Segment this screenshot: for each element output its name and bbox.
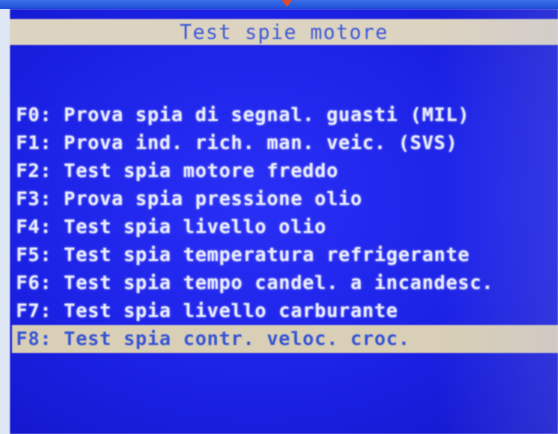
page-title: Test spie motore — [179, 20, 389, 44]
menu-key: F4: — [16, 216, 52, 238]
menu-key: F5: — [16, 244, 52, 266]
menu-item-f2[interactable]: F2: Test spia motore freddo — [16, 157, 558, 185]
test-menu: F0: Prova spia di segnal. guasti (MIL) F… — [12, 101, 558, 353]
menu-item-f0[interactable]: F0: Prova spia di segnal. guasti (MIL) — [16, 101, 558, 129]
title-bar: Test spie motore — [10, 19, 558, 45]
menu-key: F3: — [16, 188, 52, 210]
menu-label: Test spia livello olio — [63, 216, 327, 238]
menu-label: Test spia motore freddo — [63, 160, 339, 182]
menu-key: F2: — [16, 160, 52, 182]
menu-item-f5[interactable]: F5: Test spia temperatura refrigerante — [16, 241, 558, 269]
menu-key: F8: — [16, 328, 52, 350]
menu-item-f3[interactable]: F3: Prova spia pressione olio — [16, 185, 558, 213]
cursor-marker-icon — [282, 0, 292, 7]
menu-item-f7[interactable]: F7: Test spia livello carburante — [16, 297, 558, 325]
menu-key: F0: — [16, 104, 52, 126]
menu-key: F7: — [16, 300, 52, 322]
menu-label: Test spia contr. veloc. croc. — [63, 328, 411, 350]
menu-label: Test spia tempo candel. a incandesc. — [63, 272, 494, 294]
menu-label: Prova ind. rich. man. veic. (SVS) — [63, 132, 458, 154]
diagnostic-screen: Test spie motore F0: Prova spia di segna… — [10, 9, 558, 434]
menu-label: Test spia livello carburante — [63, 300, 399, 322]
menu-label: Prova spia di segnal. guasti (MIL) — [63, 104, 470, 126]
menu-item-f1[interactable]: F1: Prova ind. rich. man. veic. (SVS) — [16, 129, 558, 157]
menu-key: F6: — [16, 272, 52, 294]
menu-label: Prova spia pressione olio — [63, 188, 363, 210]
menu-item-f8[interactable]: F8: Test spia contr. veloc. croc. — [12, 325, 558, 353]
top-strip — [0, 0, 558, 9]
menu-key: F1: — [16, 132, 52, 154]
menu-item-f4[interactable]: F4: Test spia livello olio — [16, 213, 558, 241]
menu-item-f6[interactable]: F6: Test spia tempo candel. a incandesc. — [16, 269, 558, 297]
menu-label: Test spia temperatura refrigerante — [63, 244, 470, 266]
